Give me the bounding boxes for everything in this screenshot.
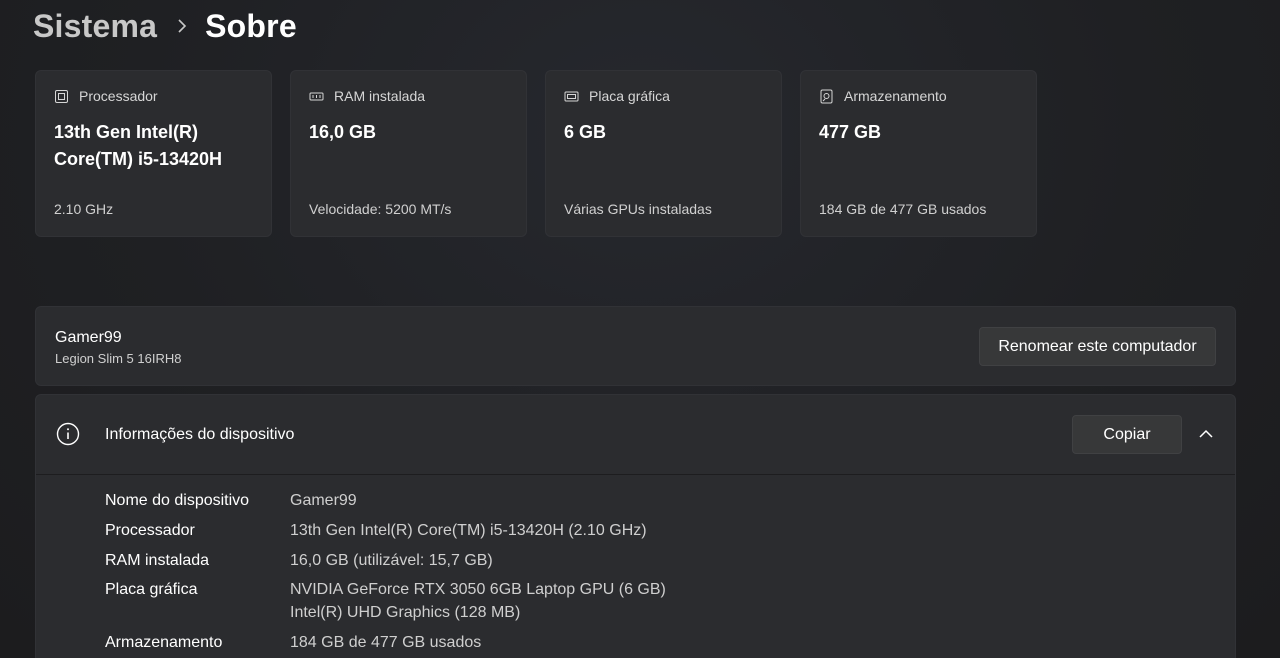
spec-label: Placa gráfica [105, 581, 198, 598]
card-value-line: 477 GB [819, 122, 882, 142]
card-graphics: Placa gráfica 6 GB Várias GPUs instalada… [545, 70, 782, 237]
card-subtitle: 2.10 GHz [54, 201, 114, 217]
chevron-right-icon [177, 19, 187, 33]
card-value-line: Core(TM) i5-13420H [54, 149, 223, 169]
breadcrumb: Sistema Sobre [33, 4, 297, 48]
chevron-up-icon[interactable] [1197, 425, 1215, 443]
card-value-line: 13th Gen Intel(R) [54, 122, 199, 142]
spec-value: 16,0 GB (utilizável: 15,7 GB) [290, 552, 493, 569]
card-storage: Armazenamento 477 GB 184 GB de 477 GB us… [800, 70, 1037, 237]
device-info-header[interactable]: Informações do dispositivo Copiar [36, 395, 1235, 475]
ram-icon [309, 89, 324, 104]
spec-value: Gamer99 [290, 492, 357, 509]
spec-value-line: NVIDIA GeForce RTX 3050 6GB Laptop GPU (… [290, 581, 666, 598]
card-title: Processador [79, 88, 158, 104]
info-icon [56, 422, 80, 446]
card-value: 477 GB [819, 119, 1018, 146]
spec-row: RAM instalada 16,0 GB (utilizável: 15,7 … [105, 549, 493, 572]
device-name-panel: Gamer99 Legion Slim 5 16IRH8 Renomear es… [35, 306, 1236, 386]
device-info-title: Informações do dispositivo [105, 426, 295, 443]
card-value-line: 6 GB [564, 122, 607, 142]
graphics-card-icon [564, 89, 579, 104]
spec-label: RAM instalada [105, 552, 210, 569]
spec-label: Processador [105, 522, 195, 539]
spec-cards: Processador 13th Gen Intel(R) Core(TM) i… [35, 70, 1037, 237]
card-title: Placa gráfica [589, 88, 670, 104]
rename-pc-button[interactable]: Renomear este computador [979, 327, 1216, 366]
card-subtitle: Velocidade: 5200 MT/s [309, 201, 452, 217]
card-processor: Processador 13th Gen Intel(R) Core(TM) i… [35, 70, 272, 237]
processor-icon [54, 89, 69, 104]
storage-icon [819, 89, 834, 104]
spec-row: Nome do dispositivo Gamer99 [105, 489, 357, 512]
copy-button[interactable]: Copiar [1072, 415, 1182, 454]
spec-value-line: Intel(R) UHD Graphics (128 MB) [290, 604, 521, 621]
spec-row: Armazenamento 184 GB de 477 GB usados [105, 631, 481, 654]
spec-value: 13th Gen Intel(R) Core(TM) i5-13420H (2.… [290, 522, 647, 539]
spec-value: NVIDIA GeForce RTX 3050 6GB Laptop GPU (… [290, 578, 666, 624]
device-info-panel: Informações do dispositivo Copiar Nome d… [35, 394, 1236, 658]
spec-row: Placa gráfica NVIDIA GeForce RTX 3050 6G… [105, 578, 666, 624]
device-name: Gamer99 [55, 329, 122, 346]
card-value: 6 GB [564, 119, 763, 146]
card-title: Armazenamento [844, 88, 947, 104]
spec-row: Processador 13th Gen Intel(R) Core(TM) i… [105, 519, 647, 542]
card-ram: RAM instalada 16,0 GB Velocidade: 5200 M… [290, 70, 527, 237]
device-model: Legion Slim 5 16IRH8 [55, 351, 182, 366]
spec-label: Nome do dispositivo [105, 492, 250, 509]
page-title: Sobre [205, 7, 297, 44]
spec-label: Armazenamento [105, 634, 223, 651]
card-value-line: 16,0 GB [309, 122, 377, 142]
card-value: 13th Gen Intel(R) Core(TM) i5-13420H [54, 119, 253, 173]
card-subtitle: Várias GPUs instaladas [564, 201, 712, 217]
spec-value: 184 GB de 477 GB usados [290, 634, 482, 651]
breadcrumb-parent-link[interactable]: Sistema [33, 8, 157, 45]
card-title: RAM instalada [334, 88, 426, 104]
card-value: 16,0 GB [309, 119, 508, 146]
card-subtitle: 184 GB de 477 GB usados [819, 201, 987, 217]
